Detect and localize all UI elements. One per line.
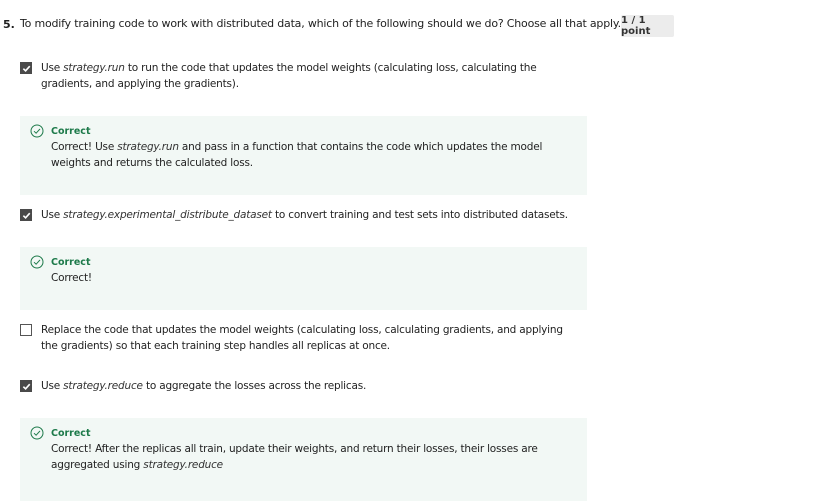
feedback-label: Correct <box>51 256 91 268</box>
check-circle-icon <box>30 255 44 269</box>
feedback-option-4: Correct Correct! After the replicas all … <box>20 418 587 501</box>
checkbox-option-4[interactable] <box>20 380 32 392</box>
feedback-1-code: strategy.run <box>117 141 179 153</box>
option-4[interactable]: Use strategy.reduce to aggregate the los… <box>20 378 581 394</box>
feedback-text: Correct! <box>51 270 581 286</box>
feedback-text: Correct! Use strategy.run and pass in a … <box>51 139 581 171</box>
option-1-text-pre: Use <box>41 62 64 74</box>
option-4-text-pre: Use <box>41 380 64 392</box>
feedback-1-text-pre: Correct! Use <box>51 141 118 153</box>
option-4-text-post: to aggregate the losses across the repli… <box>142 380 367 392</box>
feedback-label: Correct <box>51 125 91 137</box>
feedback-option-1: Correct Correct! Use strategy.run and pa… <box>20 116 587 195</box>
feedback-2-text-pre: Correct! <box>51 272 92 284</box>
feedback-3-code: strategy.reduce <box>143 459 223 471</box>
checkbox-option-1[interactable] <box>20 62 32 74</box>
check-circle-icon <box>30 124 44 138</box>
feedback-text: Correct! After the replicas all train, u… <box>51 441 581 473</box>
option-1-text: Use strategy.run to run the code that up… <box>41 60 581 92</box>
check-icon <box>22 383 30 390</box>
option-2-text-post: to convert training and test sets into d… <box>271 209 568 221</box>
option-3[interactable]: Replace the code that updates the model … <box>20 322 581 354</box>
checkbox-option-2[interactable] <box>20 209 32 221</box>
checkbox-option-3[interactable] <box>20 324 32 336</box>
feedback-option-2: Correct Correct! <box>20 247 587 310</box>
option-3-text: Replace the code that updates the model … <box>41 322 581 354</box>
option-4-code: strategy.reduce <box>63 380 143 392</box>
feedback-3-text-pre: Correct! After the replicas all train, u… <box>51 443 538 471</box>
option-1-code: strategy.run <box>63 62 125 74</box>
check-icon <box>22 65 30 72</box>
option-2[interactable]: Use strategy.experimental_distribute_dat… <box>20 207 581 223</box>
option-2-text: Use strategy.experimental_distribute_dat… <box>41 207 581 223</box>
points-badge: 1 / 1 point <box>621 15 674 37</box>
option-4-text: Use strategy.reduce to aggregate the los… <box>41 378 581 394</box>
question-number: 5. <box>3 18 15 31</box>
option-1[interactable]: Use strategy.run to run the code that up… <box>20 60 581 92</box>
question-text: To modify training code to work with dis… <box>20 17 621 30</box>
check-circle-icon <box>30 426 44 440</box>
option-2-text-pre: Use <box>41 209 64 221</box>
feedback-label: Correct <box>51 427 91 439</box>
option-3-text-pre: Replace the code that updates the model … <box>41 324 563 352</box>
option-2-code: strategy.experimental_distribute_dataset <box>63 209 272 221</box>
check-icon <box>22 212 30 219</box>
